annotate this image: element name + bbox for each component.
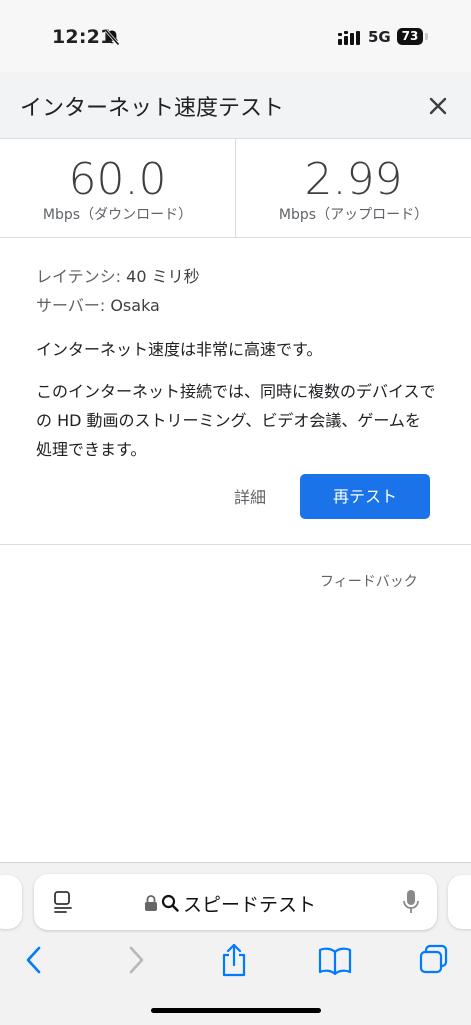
latency-row: レイテンシ: 40 ミリ秒	[36, 262, 436, 291]
download-speed-unit: Mbps（ダウンロード）	[42, 207, 193, 223]
previous-tab-peek[interactable]	[0, 875, 22, 929]
speed-results: 60.0 Mbps（ダウンロード） 2.99 Mbps（アップロード）	[0, 139, 471, 238]
share-icon	[222, 943, 246, 977]
status-bar: 12:21 5G 73	[0, 0, 471, 72]
tabs-button[interactable]	[418, 943, 450, 977]
upload-speed-unit: Mbps（アップロード）	[278, 207, 429, 223]
close-button[interactable]	[426, 94, 450, 118]
home-indicator	[151, 1008, 321, 1013]
section-divider	[0, 544, 471, 545]
tabs-icon	[419, 944, 448, 974]
download-result: 60.0 Mbps（ダウンロード）	[0, 139, 236, 237]
bell-muted-icon	[104, 29, 120, 50]
retest-button[interactable]: 再テスト	[300, 474, 430, 519]
speed-description: このインターネット接続では、同時に複数のデバイスでの HD 動画のストリーミング…	[36, 382, 436, 459]
upload-speed-value: 2.99	[304, 154, 403, 205]
lock-icon	[145, 895, 157, 911]
url-text: スピードテスト	[183, 893, 317, 916]
book-icon	[318, 947, 352, 976]
back-button[interactable]	[22, 943, 46, 977]
browser-bottom-bar: スピードテスト	[0, 862, 471, 1025]
address-bar[interactable]: スピードテスト	[34, 874, 437, 930]
battery-icon: 73	[397, 28, 429, 45]
chevron-right-icon	[129, 946, 144, 974]
result-details: レイテンシ: 40 ミリ秒 サーバー: Osaka インターネット速度は非常に高…	[36, 262, 436, 464]
network-type: 5G	[368, 28, 391, 46]
latency-value: 40 ミリ秒	[126, 267, 200, 286]
browser-toolbar	[0, 943, 471, 979]
upload-result: 2.99 Mbps（アップロード）	[236, 139, 471, 237]
chevron-left-icon	[26, 946, 41, 974]
url-display[interactable]: スピードテスト	[144, 891, 317, 916]
page-menu-icon[interactable]	[52, 890, 74, 918]
signal-strength-icon	[338, 30, 362, 49]
page-title: インターネット速度テスト	[20, 96, 285, 121]
speed-summary: インターネット速度は非常に高速です。	[36, 340, 323, 359]
battery-percent: 73	[401, 29, 419, 43]
next-tab-peek[interactable]	[448, 875, 471, 929]
server-row: サーバー: Osaka	[36, 291, 436, 320]
dialog-header: インターネット速度テスト	[0, 72, 471, 139]
server-value: Osaka	[110, 296, 160, 315]
download-speed-value: 60.0	[68, 154, 167, 205]
server-label: サーバー:	[36, 296, 106, 315]
search-icon	[161, 894, 179, 912]
bookmarks-button[interactable]	[317, 943, 353, 977]
forward-button[interactable]	[124, 943, 148, 977]
share-button[interactable]	[219, 943, 249, 977]
details-link[interactable]: 詳細	[234, 484, 266, 508]
latency-label: レイテンシ:	[36, 267, 122, 286]
feedback-link[interactable]: フィードバック	[320, 571, 418, 591]
close-icon	[429, 97, 447, 115]
microphone-icon[interactable]	[402, 889, 420, 919]
